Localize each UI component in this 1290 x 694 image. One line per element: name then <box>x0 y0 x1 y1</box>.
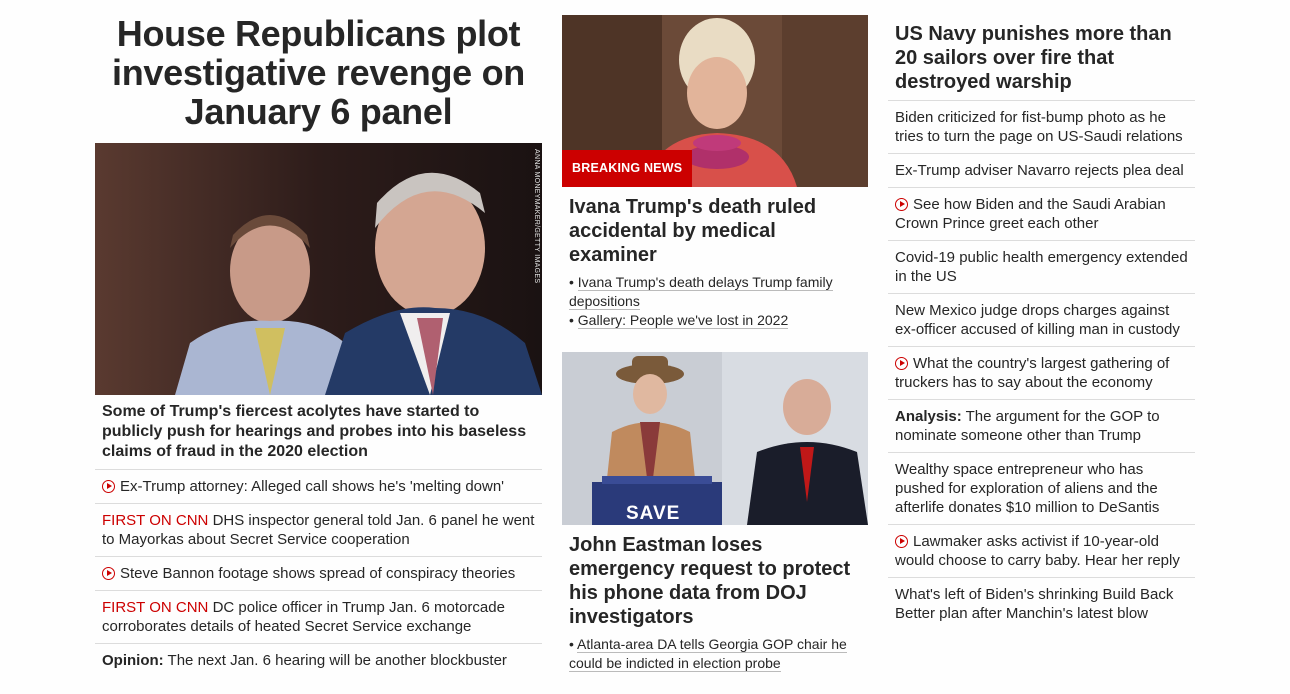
analysis-label: Analysis: <box>895 408 962 425</box>
related-link[interactable]: • Atlanta-area DA tells Georgia GOP chai… <box>562 635 868 673</box>
lead-story-column: House Republicans plot investigative rev… <box>95 0 542 677</box>
list-item[interactable]: Ex-Trump adviser Navarro rejects plea de… <box>888 154 1195 188</box>
photo-credit: ANNA MONEYMAKER/GETTY IMAGES <box>533 149 540 284</box>
play-icon <box>895 535 908 548</box>
list-item[interactable]: Biden criticized for fist-bump photo as … <box>888 101 1195 154</box>
list-item[interactable]: FIRST ON CNN DC police officer in Trump … <box>95 591 542 644</box>
list-item[interactable]: Wealthy space entrepreneur who has pushe… <box>888 453 1195 525</box>
list-item[interactable]: See how Biden and the Saudi Arabian Crow… <box>888 188 1195 241</box>
eastman-photo-image <box>562 352 868 525</box>
middle-column: BREAKING NEWS Ivana Trump's death ruled … <box>562 0 868 673</box>
list-item[interactable]: What the country's largest gathering of … <box>888 347 1195 400</box>
lead-photo-image <box>95 143 542 395</box>
breaking-news-badge: BREAKING NEWS <box>562 150 693 187</box>
play-icon <box>895 198 908 211</box>
list-item[interactable]: Lawmaker asks activist if 10-year-old wo… <box>888 525 1195 578</box>
ivana-headline[interactable]: Ivana Trump's death ruled accidental by … <box>562 187 868 271</box>
related-link[interactable]: • Gallery: People we've lost in 2022 <box>562 311 868 330</box>
play-icon <box>102 567 115 580</box>
related-link[interactable]: • Ivana Trump's death delays Trump famil… <box>562 273 868 311</box>
ivana-photo[interactable]: BREAKING NEWS <box>562 15 868 187</box>
lead-photo[interactable]: ANNA MONEYMAKER/GETTY IMAGES <box>95 143 542 395</box>
list-item[interactable]: New Mexico judge drops charges against e… <box>888 294 1195 347</box>
list-item[interactable]: Steve Bannon footage shows spread of con… <box>95 557 542 591</box>
headline-list: Biden criticized for fist-bump photo as … <box>888 101 1195 630</box>
eastman-photo[interactable]: SAVE <box>562 352 868 525</box>
lead-headline[interactable]: House Republicans plot investigative rev… <box>95 14 542 131</box>
play-icon <box>895 357 908 370</box>
eastman-headline[interactable]: John Eastman loses emergency request to … <box>562 525 868 633</box>
list-item[interactable]: Covid-19 public health emergency extende… <box>888 241 1195 294</box>
opinion-label: Opinion: <box>102 652 164 669</box>
list-item[interactable]: What's left of Biden's shrinking Build B… <box>888 578 1195 630</box>
lead-description[interactable]: Some of Trump's fiercest acolytes have s… <box>95 395 542 470</box>
first-on-cnn-label: FIRST ON CNN <box>102 599 209 616</box>
play-icon <box>102 480 115 493</box>
lead-related-list: Ex-Trump attorney: Alleged call shows he… <box>95 470 542 677</box>
podium-sign-text: SAVE <box>626 503 681 524</box>
story-card-ivana: BREAKING NEWS Ivana Trump's death ruled … <box>562 15 868 330</box>
first-on-cnn-label: FIRST ON CNN <box>102 512 209 529</box>
list-item[interactable]: FIRST ON CNN DHS inspector general told … <box>95 504 542 557</box>
list-item[interactable]: Opinion: The next Jan. 6 hearing will be… <box>95 644 542 677</box>
right-column: US Navy punishes more than 20 sailors ov… <box>888 0 1195 630</box>
navy-headline[interactable]: US Navy punishes more than 20 sailors ov… <box>888 0 1195 101</box>
story-card-eastman: SAVE John Eastman loses emergency reques… <box>562 352 868 673</box>
list-item[interactable]: Analysis: The argument for the GOP to no… <box>888 400 1195 453</box>
list-item[interactable]: Ex-Trump attorney: Alleged call shows he… <box>95 470 542 504</box>
